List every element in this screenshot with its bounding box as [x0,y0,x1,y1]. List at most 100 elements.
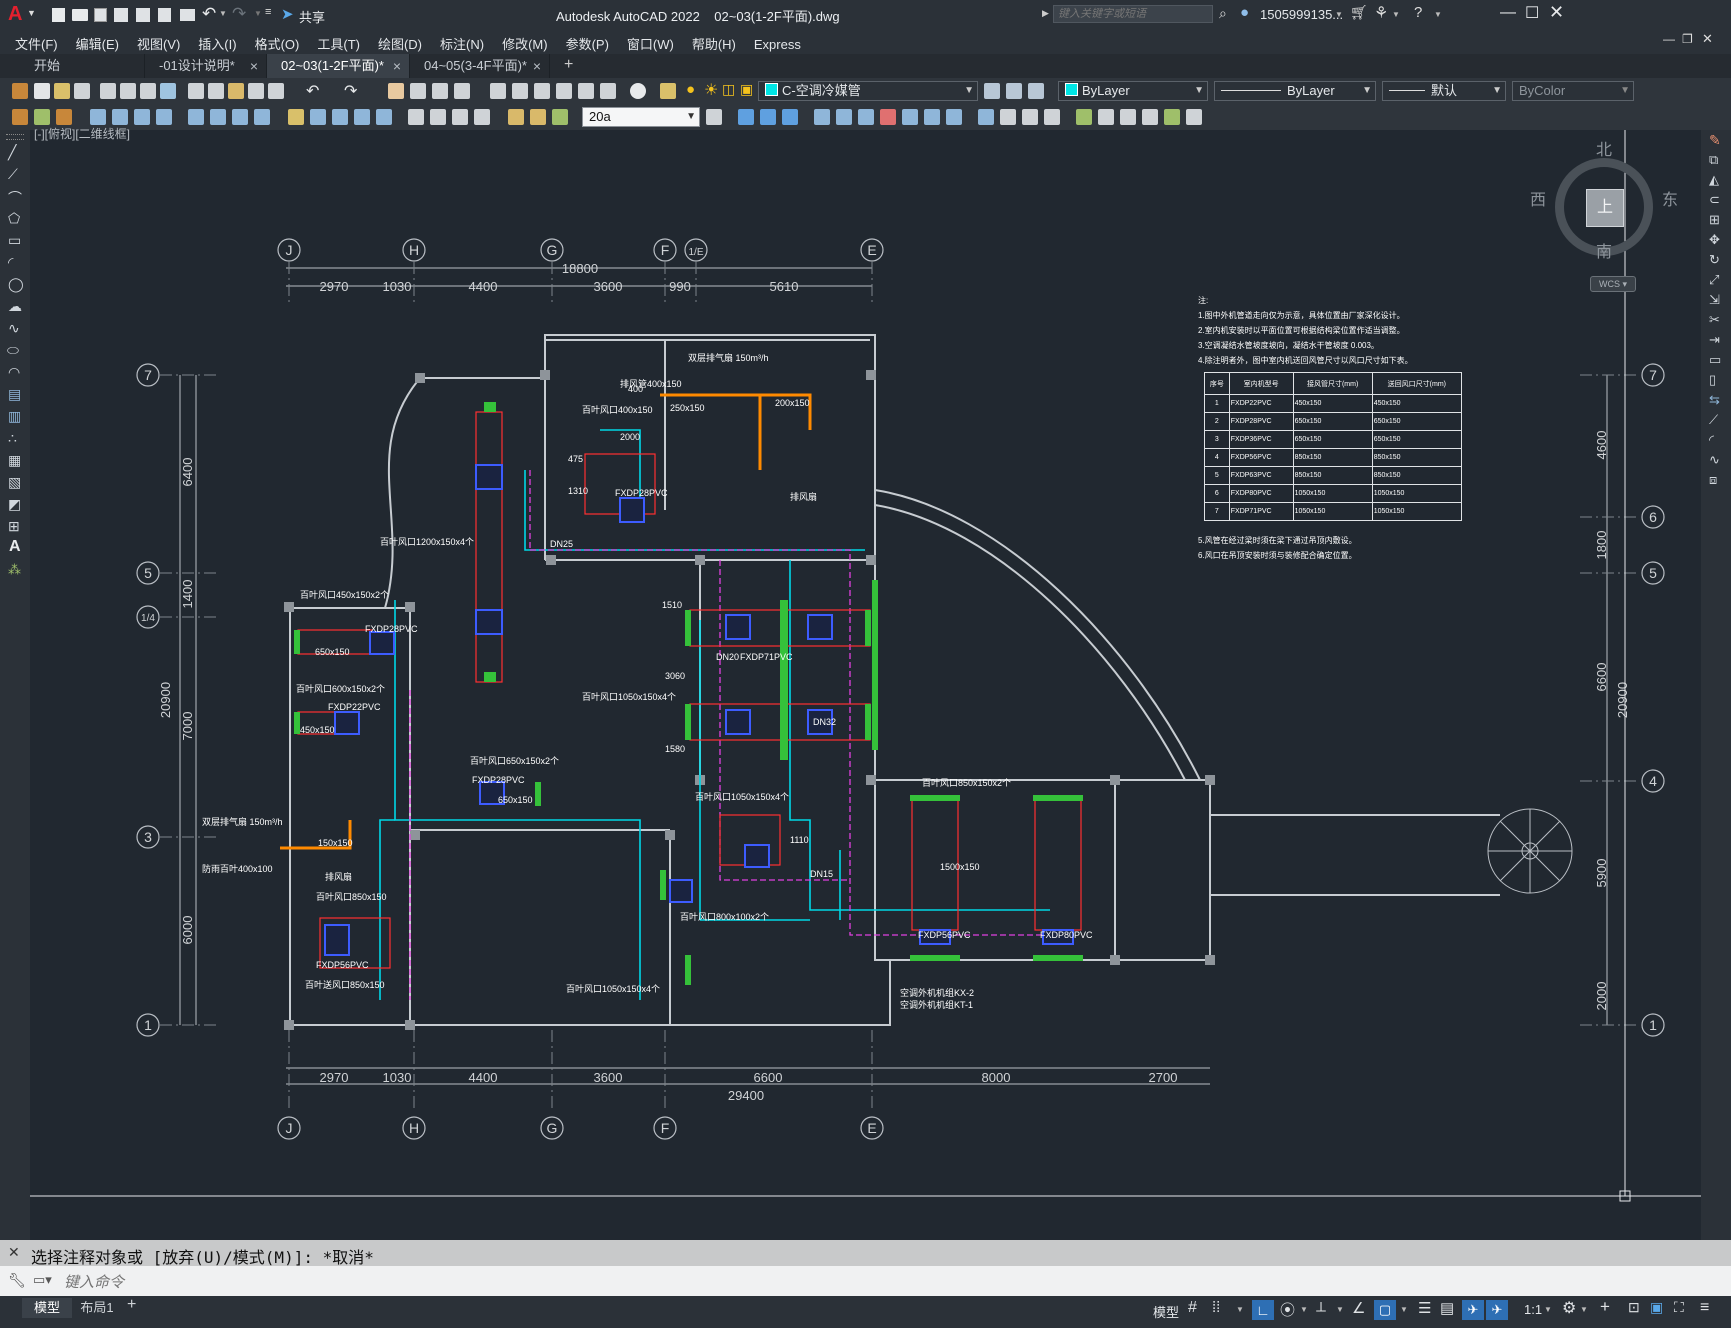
tolerance-icon[interactable] [408,109,424,125]
hatch-icon[interactable]: ▦ [8,452,21,469]
menu-item[interactable]: 参数(P) [557,30,618,53]
close-command-icon[interactable]: ✕ [8,1244,20,1261]
ellipse-arc-icon[interactable]: ◠ [8,364,20,381]
polygon-icon[interactable]: ⬠ [8,210,20,227]
workspace-dropdown-icon[interactable]: ▼ [1580,1305,1588,1314]
app-logo[interactable]: A [8,3,22,26]
compass-south[interactable]: 南 [1596,238,1612,262]
angular-dimension-icon[interactable] [254,109,270,125]
layer-vp-freeze-icon[interactable]: ◫ [722,81,735,98]
save-icon[interactable] [94,8,107,22]
workspace-gear-icon[interactable]: ⚙ [1562,1298,1576,1318]
stretch-icon[interactable]: ⇲ [1709,292,1720,308]
cut-icon[interactable] [188,83,204,99]
join-icon[interactable] [1076,109,1092,125]
layer-off-icon[interactable] [56,109,72,125]
user-icon[interactable]: ● [1240,4,1249,21]
tool-palettes-icon[interactable] [534,83,550,99]
menu-item[interactable]: Express [745,33,810,52]
save-icon[interactable] [74,83,90,99]
copy-icon[interactable] [208,83,224,99]
save-web-icon[interactable] [158,8,171,22]
pan-icon[interactable] [388,83,404,99]
compass-west[interactable]: 西 [1530,186,1546,210]
customization-menu-icon[interactable]: ≡ [1700,1299,1709,1317]
tab-floor-3-4[interactable]: 04~05(3-4F平面)* × [410,54,550,78]
calculator-icon[interactable] [600,83,616,99]
layer-properties-icon[interactable] [660,83,676,99]
grid-icon[interactable]: # [1188,1299,1197,1317]
markup-icon[interactable] [578,83,594,99]
snap-icon[interactable]: ⁞⁞ [1212,1299,1220,1316]
doc-restore-icon[interactable]: ❐ [1682,32,1693,46]
viewcube-top-face[interactable]: 上 [1586,189,1624,227]
preview-icon[interactable] [120,83,136,99]
search-expand-icon[interactable]: ▶ [1042,8,1049,19]
point-icon[interactable]: ∴ [8,430,17,447]
tab-close-icon[interactable]: × [533,54,541,78]
tab-close-icon[interactable]: × [250,54,258,78]
user-dropdown-icon[interactable]: ▼ [1335,10,1343,19]
tab-design-notes[interactable]: -01设计说明* × [145,54,267,78]
stretch-icon[interactable] [978,109,994,125]
isometric-dropdown-icon[interactable]: ▼ [1336,1305,1344,1314]
mirror-icon[interactable] [902,109,918,125]
multiline-text-icon[interactable]: A [9,538,21,556]
array-icon[interactable] [946,109,962,125]
inspection-icon[interactable] [452,109,468,125]
blend-curves-icon[interactable]: ∿ [1709,452,1720,468]
radius-dimension-icon[interactable] [188,109,204,125]
save-as-icon[interactable] [114,8,128,22]
explode-icon[interactable]: ⧈ [1709,472,1717,488]
copy-icon[interactable]: ⧉ [1709,152,1718,168]
dimension-break-icon[interactable] [376,109,392,125]
units-icon[interactable]: ⊡ [1628,1299,1640,1316]
fillet-icon[interactable]: ◜ [1709,432,1714,448]
user-name[interactable]: 1505999135... [1260,7,1343,22]
menu-item[interactable]: 帮助(H) [683,30,745,53]
layer-lock-icon[interactable]: ▣ [740,81,753,98]
menu-item[interactable]: 文件(F) [6,30,67,53]
app-menu-chevron-icon[interactable]: ▼ [27,8,36,18]
break-icon[interactable]: ▯ [1709,372,1716,388]
autodesk-app-icon[interactable]: ⚘ [1374,3,1388,23]
lineweight-dropdown[interactable]: 默认 ▼ [1382,81,1506,101]
menu-item[interactable]: 插入(I) [189,30,245,53]
center-mark-icon[interactable] [430,109,446,125]
compass-north[interactable]: 北 [1596,136,1612,160]
sheet-set-icon[interactable] [556,83,572,99]
layer-previous-icon[interactable] [1006,83,1022,99]
polyline-icon[interactable]: ⌒ [8,188,22,208]
move-icon[interactable] [836,109,852,125]
auto-scale-icon[interactable]: ✈ [1486,1300,1508,1320]
draw-order-front-icon[interactable] [738,109,754,125]
linear-dimension-icon[interactable] [90,109,106,125]
dimension-text-edit-icon[interactable] [530,109,546,125]
dimension-style-icon[interactable] [706,109,722,125]
color-dropdown[interactable]: ByLayer ▼ [1058,81,1208,101]
quick-dimension-icon[interactable] [288,109,304,125]
join-icon[interactable]: ⇆ [1709,392,1720,408]
model-space-toggle[interactable]: 模型 [1153,1302,1179,1321]
erase-icon[interactable] [1186,109,1202,125]
properties-icon[interactable] [490,83,506,99]
quick-properties-icon[interactable]: ▣ [1650,1299,1663,1316]
plotstyle-dropdown[interactable]: ByColor ▼ [1512,81,1634,101]
undo-icon[interactable]: ↶ [306,81,319,101]
doc-minimize-icon[interactable]: — [1663,32,1675,46]
share-button[interactable]: 共享 [299,7,325,26]
polar-icon[interactable]: ⦿ [1280,1299,1295,1320]
offset-icon[interactable] [924,109,940,125]
match-properties-icon[interactable] [12,83,28,99]
ordinate-dimension-icon[interactable] [156,109,172,125]
toolbar-grip[interactable] [6,134,24,140]
baseline-dimension-icon[interactable] [310,109,326,125]
menu-item[interactable]: 视图(V) [128,30,189,53]
object-snap-icon[interactable]: ▢ [1374,1300,1396,1320]
publish-icon[interactable] [140,83,156,99]
draw-order-back-icon[interactable] [760,109,776,125]
paste-icon[interactable] [228,83,244,99]
ortho-icon[interactable]: ∟ [1252,1300,1274,1320]
help-icon[interactable]: ? [1414,4,1422,21]
region-icon[interactable]: ◩ [8,496,21,513]
